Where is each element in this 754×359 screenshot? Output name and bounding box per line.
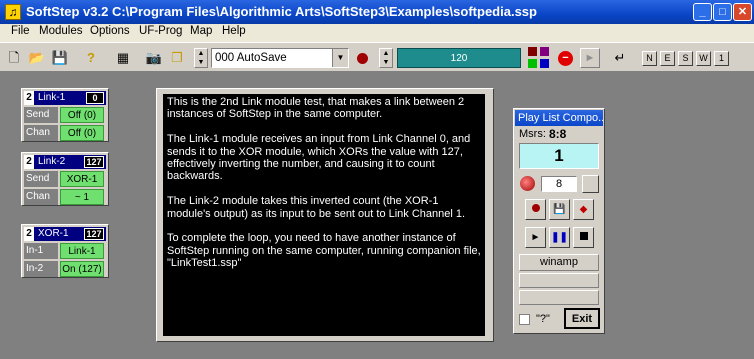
stop-button[interactable] (573, 227, 594, 248)
playlist-title[interactable]: Play List Compo... (515, 110, 603, 126)
menu-options[interactable]: Options (90, 25, 130, 37)
preset-spinner[interactable]: ▲ ▼ (194, 48, 208, 68)
save-icon[interactable]: 💾 (50, 48, 70, 68)
text-module[interactable]: This is the 2nd Link module test, that m… (156, 88, 494, 342)
pause-icon: ❚❚ (551, 232, 568, 243)
module-link-1[interactable]: 2 Link-1 0 Send Off (0) Chan Off (0) (21, 88, 109, 142)
notes-paragraph: This is the 2nd Link module test, that m… (167, 96, 465, 121)
row-value[interactable]: Off (0) (60, 125, 104, 141)
notes-paragraph: The Link-2 module takes this inverted co… (167, 195, 466, 220)
pause-button[interactable]: ❚❚ (549, 227, 570, 248)
tempo-spinner[interactable]: ▲ ▼ (379, 48, 393, 68)
row-value[interactable]: On (127) (60, 261, 104, 277)
menu-map[interactable]: Map (190, 25, 212, 37)
app-icon: ♫ (5, 4, 21, 20)
title-bar[interactable]: ♫ SoftStep v3.2 C:\Program Files\Algorit… (0, 0, 754, 24)
module-output: 127 (84, 156, 104, 168)
msrs-value: 8:8 (549, 127, 567, 141)
play-icon[interactable]: ► (580, 48, 600, 68)
copy-icon[interactable]: ❐ (167, 48, 187, 68)
color-swatch (528, 59, 537, 68)
blank-slot-button[interactable] (519, 290, 599, 305)
record-button[interactable] (525, 199, 546, 220)
option-checkbox[interactable] (519, 314, 530, 325)
color-swatch (540, 47, 549, 56)
module-header[interactable]: 2 Link-2 127 (24, 155, 106, 169)
module-name: XOR-1 (38, 228, 69, 239)
count-field[interactable]: 8 (541, 176, 577, 192)
position-display: 1 (519, 143, 599, 169)
module-header[interactable]: 2 XOR-1 127 (24, 227, 106, 241)
grid-icon[interactable]: ▦ (113, 48, 133, 68)
play-button[interactable]: ► (525, 227, 546, 248)
row-label: Chan (24, 125, 58, 141)
winamp-button[interactable]: winamp (519, 254, 599, 271)
maximize-button[interactable]: □ (713, 3, 732, 21)
row-value[interactable]: ~ 1 (60, 189, 104, 205)
preset-dropdown[interactable]: 000 AutoSave ▼ (211, 48, 349, 68)
minimize-button[interactable]: _ (693, 3, 712, 21)
nav-button-e[interactable]: E (660, 51, 675, 66)
row-value[interactable]: XOR-1 (60, 171, 104, 187)
new-file-icon[interactable]: 🗋 (4, 48, 24, 68)
notes-paragraph: The Link-1 module receives an input from… (167, 133, 471, 183)
save-button[interactable]: 💾 (549, 199, 570, 220)
menu-file[interactable]: File (11, 25, 30, 37)
row-label: Send (24, 107, 58, 123)
row-label: Send (24, 171, 58, 187)
module-output: 127 (84, 228, 104, 240)
row-label: Chan (24, 189, 58, 205)
enter-icon[interactable]: ↵ (610, 48, 630, 68)
open-folder-icon[interactable]: 📂 (27, 48, 47, 68)
blank-slot-button[interactable] (519, 273, 599, 288)
color-swatch (540, 59, 549, 68)
save-icon: 💾 (553, 204, 566, 215)
notes-paragraph: To complete the loop, you need to have a… (167, 232, 481, 270)
help-icon[interactable]: ? (81, 48, 101, 68)
menu-modules[interactable]: Modules (39, 25, 82, 37)
module-header[interactable]: 2 Link-1 0 (24, 91, 106, 105)
menu-uf-prog[interactable]: UF-Prog (139, 25, 182, 37)
color-swatch (528, 47, 537, 56)
row-label: In-1 (24, 243, 58, 259)
erase-button[interactable]: ◆ (573, 199, 594, 220)
stop-icon (579, 232, 588, 240)
module-number: 2 (24, 155, 34, 169)
module-name: Link-2 (38, 156, 66, 167)
row-label: In-2 (24, 261, 58, 277)
exit-button[interactable]: Exit (564, 308, 600, 329)
menu-bar: File Modules Options UF-Prog Map Help (0, 24, 754, 42)
preset-value: 000 AutoSave (215, 52, 287, 64)
record-icon[interactable] (357, 53, 368, 64)
checkbox-label: "?" (536, 313, 550, 325)
nav-button-1[interactable]: 1 (714, 51, 729, 66)
tempo-slider[interactable]: 120 (397, 48, 521, 68)
module-number: 2 (24, 227, 34, 241)
row-value[interactable]: Off (0) (60, 107, 104, 123)
camera-icon[interactable]: 📷 (144, 48, 164, 68)
window-title: SoftStep v3.2 C:\Program Files\Algorithm… (26, 4, 537, 19)
close-button[interactable]: ✕ (733, 3, 752, 21)
chevron-down-icon[interactable]: ▼ (332, 49, 348, 67)
nav-button-s[interactable]: S (678, 51, 693, 66)
menu-help[interactable]: Help (222, 25, 246, 37)
record-dot-icon (531, 204, 540, 212)
nav-button-n[interactable]: N (642, 51, 657, 66)
msrs-label: Msrs: (519, 128, 546, 140)
notes-text-area[interactable]: This is the 2nd Link module test, that m… (163, 94, 485, 336)
blank-button[interactable] (582, 175, 599, 193)
module-number: 2 (24, 91, 34, 105)
row-value[interactable]: Link-1 (60, 243, 104, 259)
module-link-2[interactable]: 2 Link-2 127 Send XOR-1 Chan ~ 1 (21, 152, 109, 206)
module-xor-1[interactable]: 2 XOR-1 127 In-1 Link-1 In-2 On (127) (21, 224, 109, 278)
nav-button-w[interactable]: W (696, 51, 711, 66)
play-icon: ► (530, 232, 541, 243)
toolbar: 🗋 📂 💾 ? ▦ 📷 ❐ ▲ ▼ 000 AutoSave ▼ ▲ ▼ 120 −… (0, 42, 754, 72)
record-knob-icon[interactable] (520, 176, 535, 191)
playlist-composer-panel[interactable]: Play List Compo... Msrs: 8:8 1 8 💾 ◆ ► ❚… (513, 108, 605, 334)
eraser-icon: ◆ (579, 204, 588, 215)
module-output: 0 (86, 92, 104, 104)
module-name: Link-1 (38, 92, 66, 103)
stop-icon[interactable]: − (558, 51, 573, 66)
